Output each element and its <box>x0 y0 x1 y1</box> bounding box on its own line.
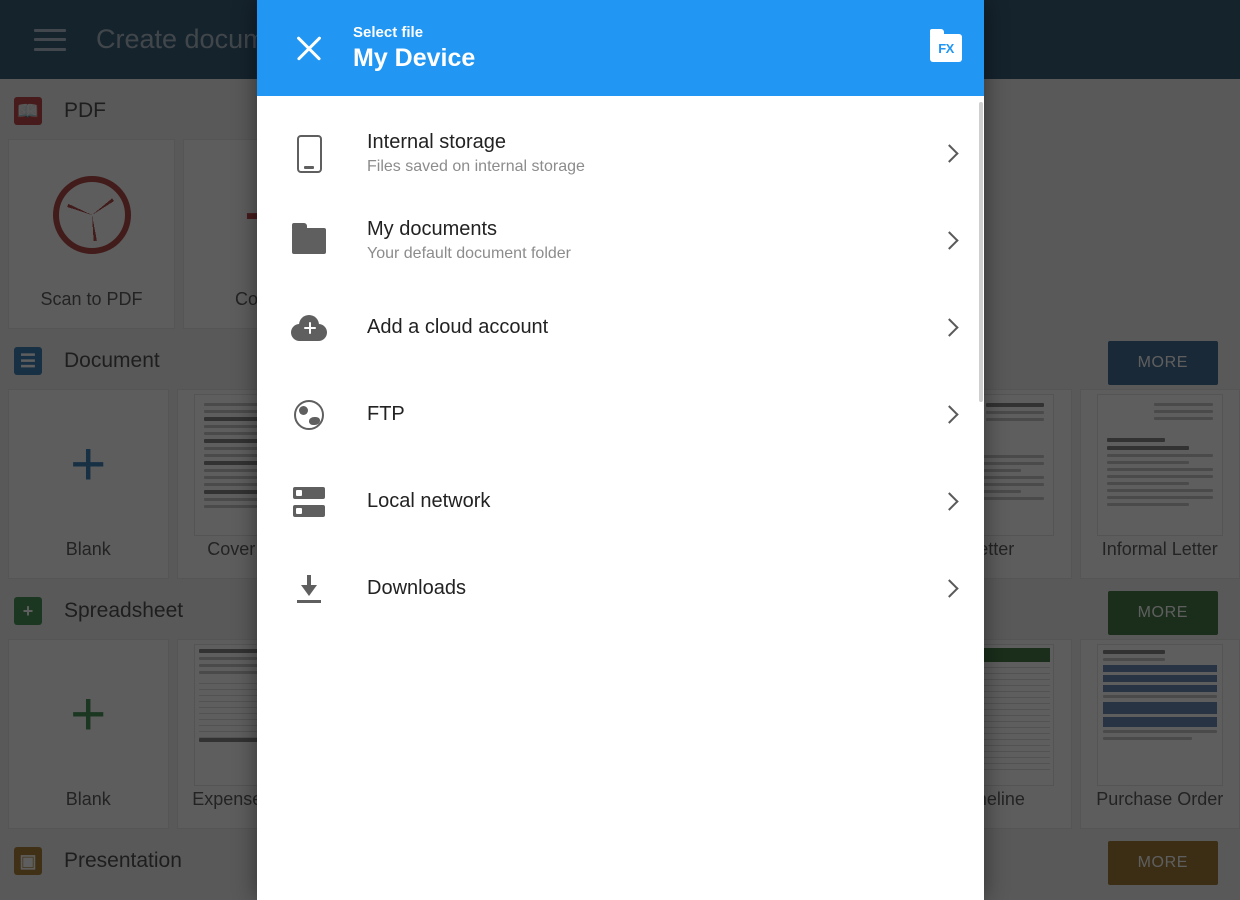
list-item-my-documents[interactable]: My documents Your default document folde… <box>257 197 984 284</box>
server-icon <box>281 480 337 524</box>
phone-icon <box>281 132 337 176</box>
list-item-text: Internal storage Files saved on internal… <box>337 131 938 176</box>
list-item-internal-storage[interactable]: Internal storage Files saved on internal… <box>257 110 984 197</box>
chevron-right-icon <box>938 316 962 340</box>
dialog-header: Select file My Device FX <box>257 0 984 96</box>
list-item-text: FTP <box>337 403 938 426</box>
list-item-text: Add a cloud account <box>337 316 938 339</box>
fx-icon-label: FX <box>938 40 954 56</box>
close-icon[interactable] <box>287 26 331 70</box>
fx-folder-icon[interactable]: FX <box>930 29 962 62</box>
chevron-right-icon <box>938 577 962 601</box>
list-item-title: Downloads <box>367 577 466 599</box>
list-item-text: Downloads <box>337 577 938 600</box>
select-file-dialog: Select file My Device FX Internal storag… <box>257 0 984 900</box>
dialog-titles: Select file My Device <box>353 24 930 73</box>
list-item-title: FTP <box>367 403 405 425</box>
list-item-title: Add a cloud account <box>367 316 549 338</box>
location-list: Internal storage Files saved on internal… <box>257 96 984 900</box>
dialog-title: My Device <box>353 43 476 72</box>
list-item-title: Internal storage <box>367 131 506 153</box>
list-item-ftp[interactable]: FTP <box>257 371 984 458</box>
dialog-subtitle: Select file <box>353 23 424 41</box>
screen: Create document 📖 PDF Scan to PDF ➞ Conv… <box>0 0 1240 900</box>
folder-icon <box>281 219 337 263</box>
cloud-add-icon <box>281 306 337 350</box>
list-item-title: My documents <box>367 218 498 240</box>
chevron-right-icon <box>938 490 962 514</box>
globe-icon <box>281 393 337 437</box>
list-item-text: Local network <box>337 490 938 513</box>
download-icon <box>281 567 337 611</box>
list-item-add-cloud-account[interactable]: Add a cloud account <box>257 284 984 371</box>
list-item-title: Local network <box>367 490 491 512</box>
list-item-subtitle: Files saved on internal storage <box>367 158 585 175</box>
list-item-downloads[interactable]: Downloads <box>257 545 984 632</box>
chevron-right-icon <box>938 142 962 166</box>
chevron-right-icon <box>938 229 962 253</box>
list-item-subtitle: Your default document folder <box>367 245 571 262</box>
list-item-text: My documents Your default document folde… <box>337 218 938 263</box>
list-item-local-network[interactable]: Local network <box>257 458 984 545</box>
dialog-scrollbar[interactable] <box>979 102 983 402</box>
chevron-right-icon <box>938 403 962 427</box>
